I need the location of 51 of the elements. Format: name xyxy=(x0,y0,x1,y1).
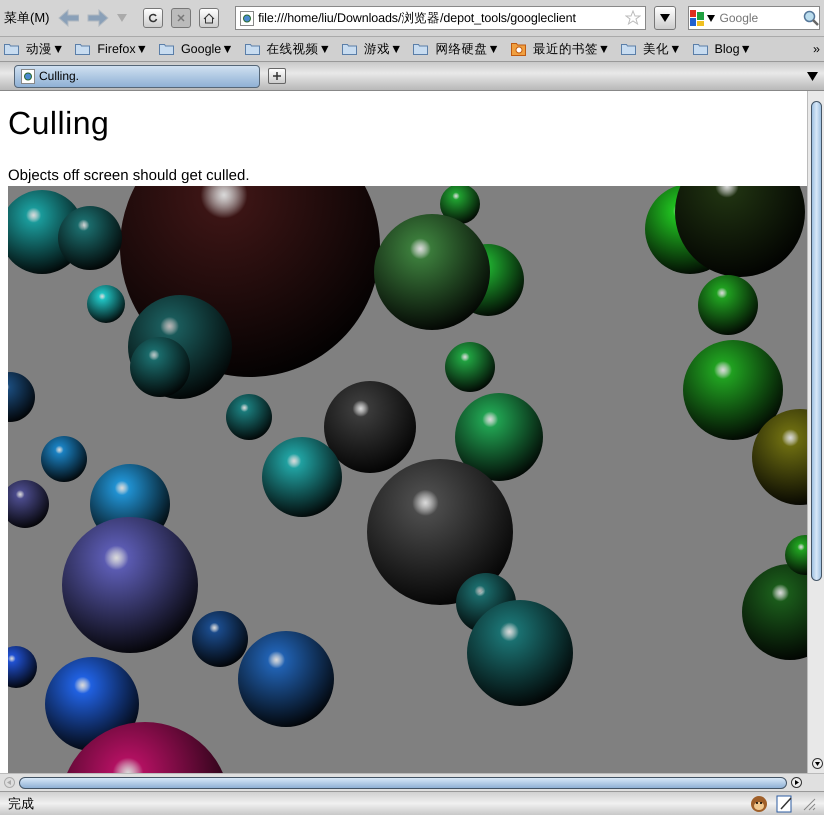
star-icon[interactable] xyxy=(624,10,641,26)
new-tab-button[interactable] xyxy=(268,68,286,84)
history-dropdown-button[interactable] xyxy=(654,6,676,30)
stop-button[interactable] xyxy=(171,8,192,28)
bookmark-folder[interactable]: 动漫▼ xyxy=(23,40,68,58)
reload-button[interactable] xyxy=(143,8,164,28)
bookmark-folder[interactable]: Blog▼ xyxy=(712,40,755,58)
bookmark-folder[interactable]: 美化▼ xyxy=(640,40,685,58)
edit-icon[interactable] xyxy=(776,794,794,812)
folder-icon xyxy=(692,43,708,55)
search-engine-icon[interactable] xyxy=(688,9,717,27)
bookmark-folder[interactable]: Firefox▼ xyxy=(94,40,151,58)
monkey-icon[interactable] xyxy=(750,794,768,812)
home-icon[interactable] xyxy=(203,12,216,24)
page-icon xyxy=(21,68,35,84)
scroll-thumb[interactable] xyxy=(19,776,787,788)
folder-icon xyxy=(621,43,636,55)
tab[interactable]: Culling. xyxy=(14,64,260,88)
resize-grip-icon[interactable] xyxy=(802,796,816,810)
folder-icon xyxy=(413,43,428,55)
folder-icon xyxy=(158,43,174,55)
page-text: Objects off screen should get culled. xyxy=(8,167,251,184)
scroll-down-icon[interactable] xyxy=(812,758,823,769)
search-bar[interactable]: Google xyxy=(688,6,820,30)
page-icon xyxy=(240,10,254,26)
folder-icon xyxy=(342,43,358,55)
bookmark-folder[interactable]: 游戏▼ xyxy=(361,40,406,58)
bookmark-folder[interactable]: 最近的书签▼ xyxy=(530,40,614,58)
bookmark-folder[interactable]: 网络硬盘▼ xyxy=(432,40,503,58)
tab-list-icon[interactable] xyxy=(807,72,818,80)
bookmarks-overflow-button[interactable]: » xyxy=(813,40,820,58)
folder-icon xyxy=(510,42,526,56)
reload-icon[interactable] xyxy=(148,13,158,23)
folder-icon xyxy=(244,43,260,55)
page-heading: Culling xyxy=(8,104,110,143)
menu-button[interactable]: 菜单(M) xyxy=(4,8,50,28)
address-field[interactable]: file:///home/liu/Downloads/浏览器/depot_tools/googleclient xyxy=(235,6,646,30)
folder-icon xyxy=(75,43,90,55)
scroll-thumb[interactable] xyxy=(811,101,822,581)
scroll-right-icon[interactable] xyxy=(791,777,802,788)
bookmark-folder[interactable]: Google▼ xyxy=(178,40,237,58)
folder-icon xyxy=(4,43,19,55)
status-text: 完成 xyxy=(8,794,34,813)
search-icon[interactable] xyxy=(802,10,819,26)
caret-icon[interactable] xyxy=(660,14,670,22)
bookmark-folder[interactable]: 在线视频▼ xyxy=(264,40,334,58)
plus-icon[interactable] xyxy=(273,72,281,80)
vertical-scrollbar[interactable] xyxy=(807,91,824,773)
address-text: file:///home/liu/Downloads/浏览器/depot_tools/googleclient xyxy=(258,10,577,27)
home-button[interactable] xyxy=(199,8,220,28)
horizontal-scrollbar[interactable] xyxy=(0,773,824,791)
